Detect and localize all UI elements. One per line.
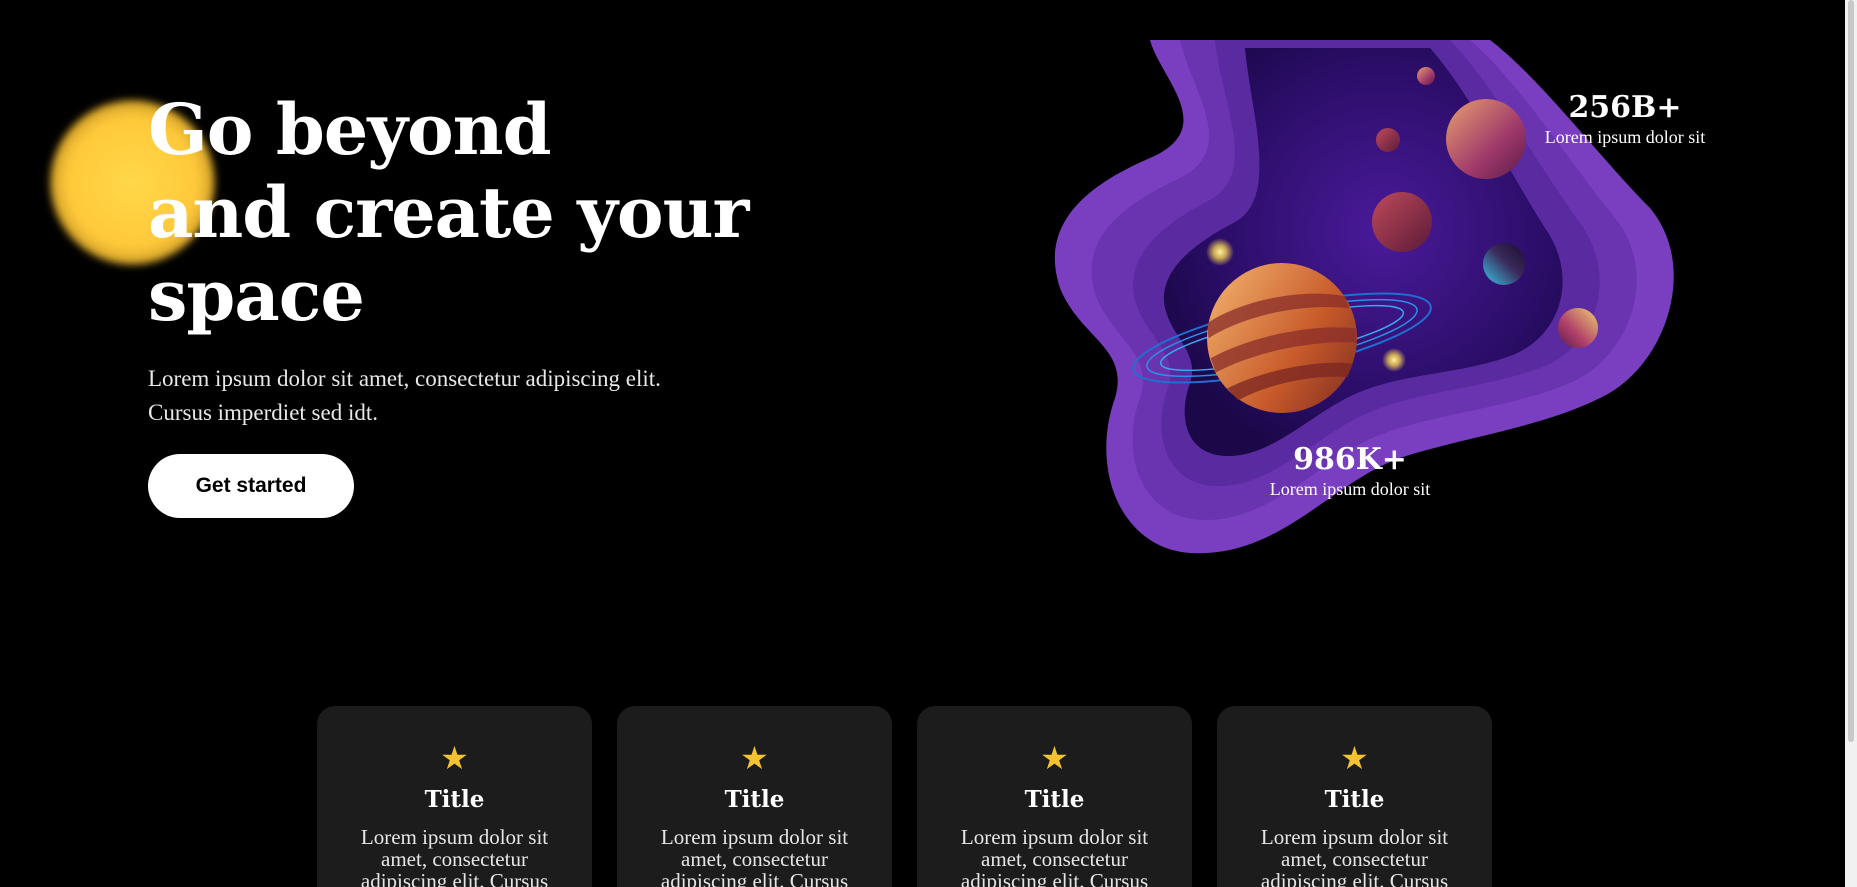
card-text: Lorem ipsum dolor sit amet, consectetur … bbox=[360, 825, 549, 887]
hero-title: Go beyond and create your space bbox=[148, 88, 749, 337]
card-text: Lorem ipsum dolor sit amet, consectetur … bbox=[1260, 825, 1449, 887]
card-title: Title bbox=[1324, 786, 1385, 813]
feature-card: ★ Title Lorem ipsum dolor sit amet, cons… bbox=[1217, 706, 1492, 887]
pink-planet bbox=[1446, 99, 1526, 179]
get-started-button[interactable]: Get started bbox=[148, 454, 354, 518]
tiny-planet bbox=[1417, 67, 1435, 85]
star-icon: ★ bbox=[1340, 739, 1369, 777]
gold-planet bbox=[1558, 308, 1598, 348]
card-title: Title bbox=[1024, 786, 1085, 813]
glowing-star bbox=[1206, 238, 1234, 266]
stat-label: Lorem ipsum dolor sit bbox=[1269, 479, 1431, 499]
feature-cards: ★ Title Lorem ipsum dolor sit amet, cons… bbox=[317, 706, 1492, 887]
feature-card: ★ Title Lorem ipsum dolor sit amet, cons… bbox=[617, 706, 892, 887]
stat-value: 986K+ bbox=[1293, 442, 1407, 477]
hero-title-line: and create your bbox=[148, 171, 749, 254]
red-planet bbox=[1372, 192, 1432, 252]
hero-title-line: space bbox=[148, 254, 365, 337]
scrollbar-thumb[interactable] bbox=[1848, 0, 1854, 742]
vertical-scrollbar[interactable] bbox=[1845, 0, 1857, 887]
stat-block: 256B+ Lorem ipsum dolor sit bbox=[1520, 90, 1730, 148]
hero-description-line: Cursus imperdiet sed idt. bbox=[148, 400, 378, 425]
hero-title-line: Go beyond bbox=[148, 88, 552, 171]
card-text: Lorem ipsum dolor sit amet, consectetur … bbox=[660, 825, 849, 887]
star-icon: ★ bbox=[440, 739, 469, 777]
star-icon: ★ bbox=[740, 739, 769, 777]
hero-description: Lorem ipsum dolor sit amet, consectetur … bbox=[148, 362, 728, 430]
cyan-planet bbox=[1483, 243, 1525, 285]
page: Go beyond and create your space Lorem ip… bbox=[0, 0, 1857, 887]
small-planet bbox=[1376, 128, 1400, 152]
card-text: Lorem ipsum dolor sit amet, consectetur … bbox=[960, 825, 1149, 887]
stat-value: 256B+ bbox=[1568, 90, 1682, 125]
stat-label: Lorem ipsum dolor sit bbox=[1544, 127, 1706, 147]
star-icon: ★ bbox=[1040, 739, 1069, 777]
stat-block: 986K+ Lorem ipsum dolor sit bbox=[1240, 442, 1460, 500]
feature-card: ★ Title Lorem ipsum dolor sit amet, cons… bbox=[317, 706, 592, 887]
card-title: Title bbox=[724, 786, 785, 813]
hero-description-line: Lorem ipsum dolor sit amet, consectetur … bbox=[148, 366, 661, 391]
card-title: Title bbox=[424, 786, 485, 813]
feature-card: ★ Title Lorem ipsum dolor sit amet, cons… bbox=[917, 706, 1192, 887]
glowing-star bbox=[1382, 348, 1406, 372]
